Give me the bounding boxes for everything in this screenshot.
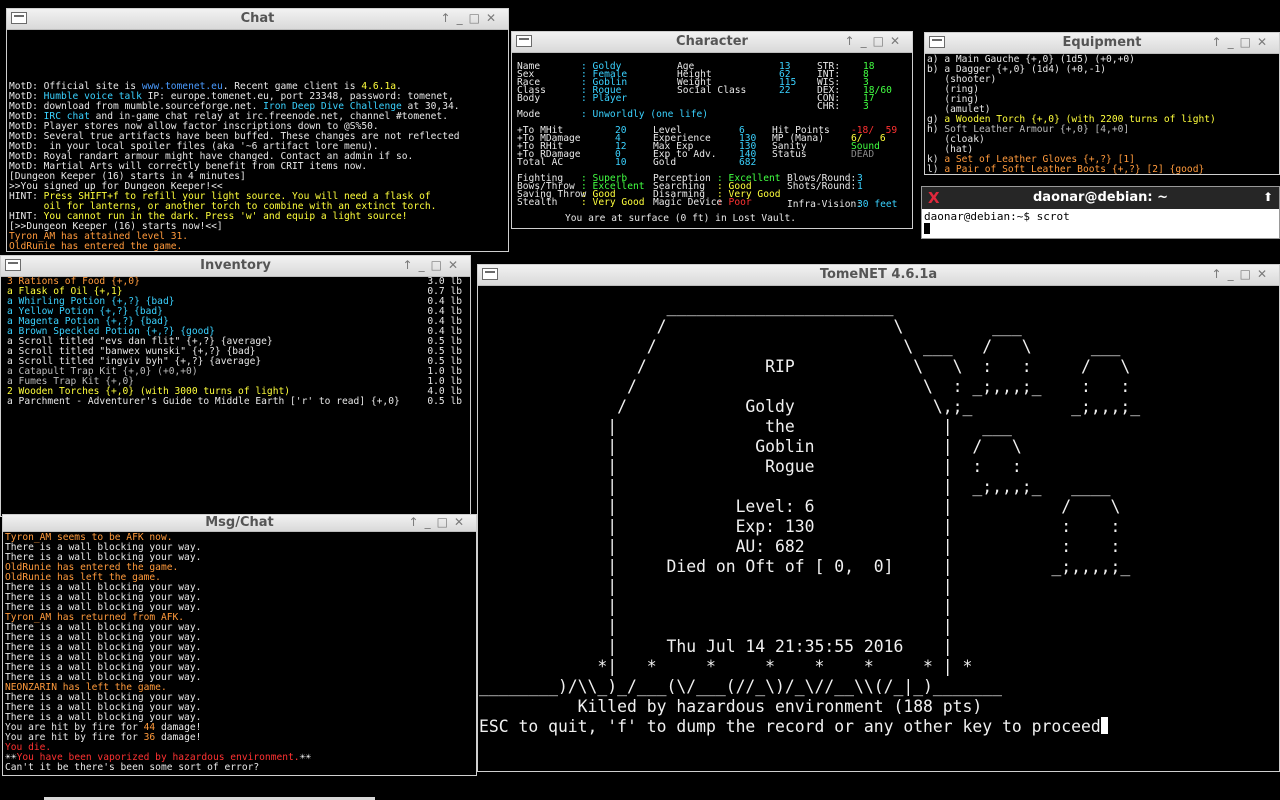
- chat-title: Chat: [240, 11, 275, 26]
- progress-label: Gold: [653, 157, 677, 168]
- mode-value: : Unworldly (one life): [581, 109, 709, 120]
- tombstone-line: | Exp: 130 | : :: [479, 517, 1121, 536]
- tombstone-line: | |: [479, 617, 953, 636]
- tombstone-line: | Rogue | : :: [479, 457, 1022, 476]
- arrow-up-icon[interactable]: ⬆: [1263, 190, 1273, 204]
- blows-value: 30 feet: [857, 199, 898, 210]
- log-line: Can't it be there's been some sort of er…: [5, 763, 474, 773]
- log-line: (ring): [927, 85, 1277, 95]
- terminal-prompt[interactable]: daonar@debian:~$ scrot: [924, 210, 1070, 237]
- log-text: damage!: [155, 732, 202, 743]
- tombstone-line: / \ ___ / \ ___: [479, 337, 1121, 356]
- skill-label: Stealth: [517, 197, 558, 208]
- log-line: You are hit by fire for 36 damage!: [5, 733, 474, 743]
- skill-value: : Poor: [717, 197, 752, 208]
- message-log: Tyron_AM seems to be AFK now. There is a …: [5, 533, 474, 773]
- log-text: (quiver): [927, 174, 991, 175]
- inventory-item-weight: 0.5 lb: [427, 396, 462, 407]
- chat-window[interactable]: Chat ↑_□✕ MotD: Official site is www.tom…: [6, 8, 509, 252]
- msgchat-title: Msg/Chat: [205, 515, 274, 530]
- tombstone-line: / \ ___: [479, 317, 1022, 336]
- inventory-list: 3 Rations of Food {+,0} 3.0 lb a Flask of …: [7, 277, 466, 407]
- vital-value: DEAD: [851, 149, 875, 160]
- blows-value: 1: [857, 181, 863, 192]
- terminal-cursor: [1100, 717, 1108, 734]
- skill-value: : Very Good: [581, 197, 645, 208]
- terminal-title: daonar@debian: ~: [1033, 190, 1168, 205]
- mode-label: Mode: [517, 109, 541, 120]
- window-controls-icon[interactable]: ↑_□✕: [1212, 267, 1273, 281]
- tombstone-line: / RIP \ \ : : / \: [479, 357, 1131, 376]
- log-line: (cloak): [927, 135, 1277, 145]
- vital-label: Status: [772, 149, 807, 160]
- tombstone-line: | Thu Jul 14 21:35:55 2016 |: [479, 637, 953, 656]
- terminal-window[interactable]: X daonar@debian: ~ ⬆ daonar@debian:~$ sc…: [921, 186, 1280, 239]
- blows-label: Shots/Round:: [787, 181, 857, 192]
- tomenet-titlebar[interactable]: TomeNET 4.6.1a ↑_□✕: [478, 265, 1279, 286]
- stat-value: 3: [863, 101, 869, 112]
- combat-value: 10: [615, 157, 627, 168]
- window-controls-icon[interactable]: ↑_□✕: [845, 34, 906, 48]
- tombstone-line: / Goldy \,;_ _;,,,;_: [479, 397, 1141, 416]
- tombstone-line: | Goblin | / \: [479, 437, 1022, 456]
- blows-label: Infra-Vision:: [787, 199, 863, 210]
- char-label: Social Class: [677, 85, 747, 96]
- log-text: Can't it be there's been some sort of er…: [5, 762, 260, 773]
- location-text: You are at surface (0 ft) in Lost Vault.: [565, 213, 797, 224]
- char-value: : Player: [581, 93, 628, 104]
- tombstone-line: ________)/\\_)_/___(\/___(//_\)/_\//__\\…: [479, 677, 1003, 696]
- equipment-list: a) a Main Gauche {+,0} (1d5) (+0,+0) b) a…: [927, 55, 1277, 175]
- chat-log: MotD: Official site is www.tomenet.eu. R…: [9, 82, 506, 252]
- char-label: Body: [517, 93, 541, 104]
- combat-label: Total AC: [517, 157, 564, 168]
- window-controls-icon[interactable]: ↑_□✕: [409, 515, 470, 529]
- log-text: 36: [143, 732, 156, 743]
- tombstone-screen[interactable]: _______________________ / \ ___ / \ ___ …: [479, 297, 1279, 737]
- char-value: 22: [779, 85, 791, 96]
- log-text: OldRunie has entered the game.: [9, 241, 183, 252]
- character-sheet: Name: Goldy Sex: Female Race: Goblin Class:…: [517, 62, 912, 228]
- window-controls-icon[interactable]: ↑_□✕: [403, 258, 464, 272]
- terminal-command: daonar@debian:~$ scrot: [924, 210, 1070, 223]
- inventory-window[interactable]: Inventory ↑_□✕ 3 Rations of Food {+,0} 3.…: [0, 255, 471, 517]
- window-controls-icon[interactable]: ↑_□✕: [1212, 35, 1273, 49]
- terminal-cursor: [924, 223, 930, 234]
- skill-label: Magic Device: [653, 197, 723, 208]
- tombstone-line: *| * * * * * * | *: [479, 657, 973, 676]
- inventory-title: Inventory: [200, 258, 271, 273]
- inventory-item[interactable]: a Parchment - Adventurer's Guide to Midd…: [7, 397, 466, 407]
- log-line: OldRunie has entered the game.: [9, 242, 506, 252]
- tomenet-title: TomeNET 4.6.1a: [819, 267, 938, 282]
- progress-value: 682: [739, 157, 757, 168]
- tombstone-line: | Level: 6 | / \: [479, 497, 1121, 516]
- window-controls-icon[interactable]: ↑_□✕: [441, 11, 502, 25]
- tombstone-line: _______________________: [479, 297, 894, 316]
- inventory-titlebar[interactable]: Inventory ↑_□✕: [1, 256, 470, 277]
- tombstone-line: / \ : _;,,,;_ : :: [479, 377, 1131, 396]
- tombstone-line: | | _;,,,;_ ____: [479, 477, 1111, 496]
- inventory-item-name: a Parchment - Adventurer's Guide to Midd…: [7, 396, 400, 407]
- tombstone-line: ESC to quit, 'f' to dump the record or a…: [479, 717, 1279, 737]
- equipment-titlebar[interactable]: Equipment ↑_□✕: [925, 33, 1279, 54]
- tombstone-line: | AU: 682 | : :: [479, 537, 1121, 556]
- tombstone-line: | the | ___: [479, 417, 1012, 436]
- tombstone-line: | |: [479, 577, 953, 596]
- equipment-window[interactable]: Equipment ↑_□✕ a) a Main Gauche {+,0} (1…: [924, 32, 1280, 175]
- character-titlebar[interactable]: Character ↑_□✕: [512, 32, 912, 53]
- tomenet-main-window[interactable]: TomeNET 4.6.1a ↑_□✕ ____________________…: [477, 264, 1280, 772]
- msgchat-titlebar[interactable]: Msg/Chat ↑_□✕: [3, 515, 476, 532]
- tombstone-line: | |: [479, 597, 953, 616]
- log-text: ☀☀: [299, 752, 312, 763]
- chat-titlebar[interactable]: Chat ↑_□✕: [7, 9, 508, 30]
- tombstone-line: | Died on Oft of [ 0, 0] | _;,,,,;_: [479, 557, 1131, 576]
- terminal-titlebar[interactable]: X daonar@debian: ~ ⬆: [922, 187, 1279, 209]
- tombstone-line: Killed by hazardous environment (188 pts…: [479, 697, 983, 716]
- log-line: (shooter): [927, 75, 1277, 85]
- stat-label: CHR:: [817, 101, 841, 112]
- msgchat-window[interactable]: Msg/Chat ↑_□✕ Tyron_AM seems to be AFK n…: [2, 514, 477, 776]
- character-window[interactable]: Character ↑_□✕ Name: Goldy Sex: Female Rac…: [511, 31, 913, 229]
